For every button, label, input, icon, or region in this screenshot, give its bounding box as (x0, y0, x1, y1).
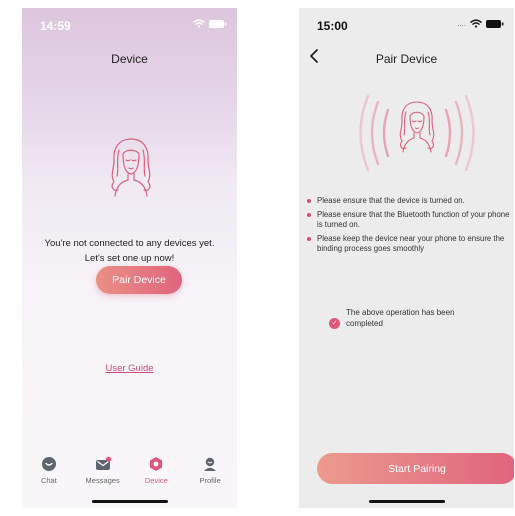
confirm-checkbox-row[interactable]: ✓ The above operation has been completed (329, 308, 489, 329)
tab-chat-label: Chat (40, 476, 57, 485)
status-bar: 15:00 .... (299, 8, 514, 40)
wifi-icon (193, 19, 205, 28)
home-indicator (91, 500, 168, 503)
tab-profile[interactable]: Profile (184, 456, 236, 496)
wifi-icon (470, 19, 482, 28)
tab-profile-label: Profile (199, 476, 221, 485)
confirm-checkbox-label: The above operation has been completed (346, 308, 455, 328)
mail-icon (95, 456, 111, 470)
tab-device-label: Device (144, 476, 168, 485)
pair-device-screen: 15:00 .... Pair Device Please ensure tha… (299, 8, 514, 508)
tab-chat[interactable]: Chat (23, 456, 75, 496)
tab-messages-label: Messages (85, 476, 120, 485)
empty-state-line-2: Let's set one up now! (84, 253, 175, 264)
instruction-item: Please ensure that the Bluetooth functio… (305, 210, 512, 231)
chat-icon (41, 457, 56, 471)
tab-device[interactable]: Device (130, 456, 182, 496)
battery-icon (209, 19, 227, 28)
signal-dots: .... (457, 19, 466, 28)
page-title: Device (111, 52, 148, 66)
checkmark-icon[interactable]: ✓ (329, 318, 340, 329)
status-icons: .... (457, 19, 504, 28)
device-icon (150, 457, 163, 471)
woman-illustration-icon (111, 138, 151, 197)
empty-state-line-1: You're not connected to any devices yet. (44, 238, 215, 249)
status-bar: 14:59 (22, 8, 237, 40)
battery-icon (486, 19, 504, 28)
user-guide-link[interactable]: User Guide (22, 363, 237, 374)
tab-messages[interactable]: Messages (77, 456, 129, 496)
device-screen: 14:59 Device You're not connected to any… (22, 8, 237, 508)
start-pairing-button[interactable]: Start Pairing (317, 453, 514, 484)
pairing-illustration-icon (359, 94, 475, 172)
page-title: Pair Device (375, 52, 438, 66)
profile-icon (204, 457, 217, 471)
home-indicator (368, 500, 445, 503)
status-time: 15:00 (317, 19, 348, 33)
empty-state-message: You're not connected to any devices yet.… (22, 236, 237, 266)
instruction-item: Please keep the device near your phone t… (305, 234, 512, 255)
status-icons (193, 19, 227, 28)
instruction-list: Please ensure that the device is turned … (305, 196, 512, 258)
instruction-item: Please ensure that the device is turned … (305, 196, 512, 207)
tab-bar: Chat Messages Device Profile (22, 456, 237, 496)
status-time: 14:59 (40, 19, 71, 33)
pair-device-button[interactable]: Pair Device (96, 266, 182, 294)
